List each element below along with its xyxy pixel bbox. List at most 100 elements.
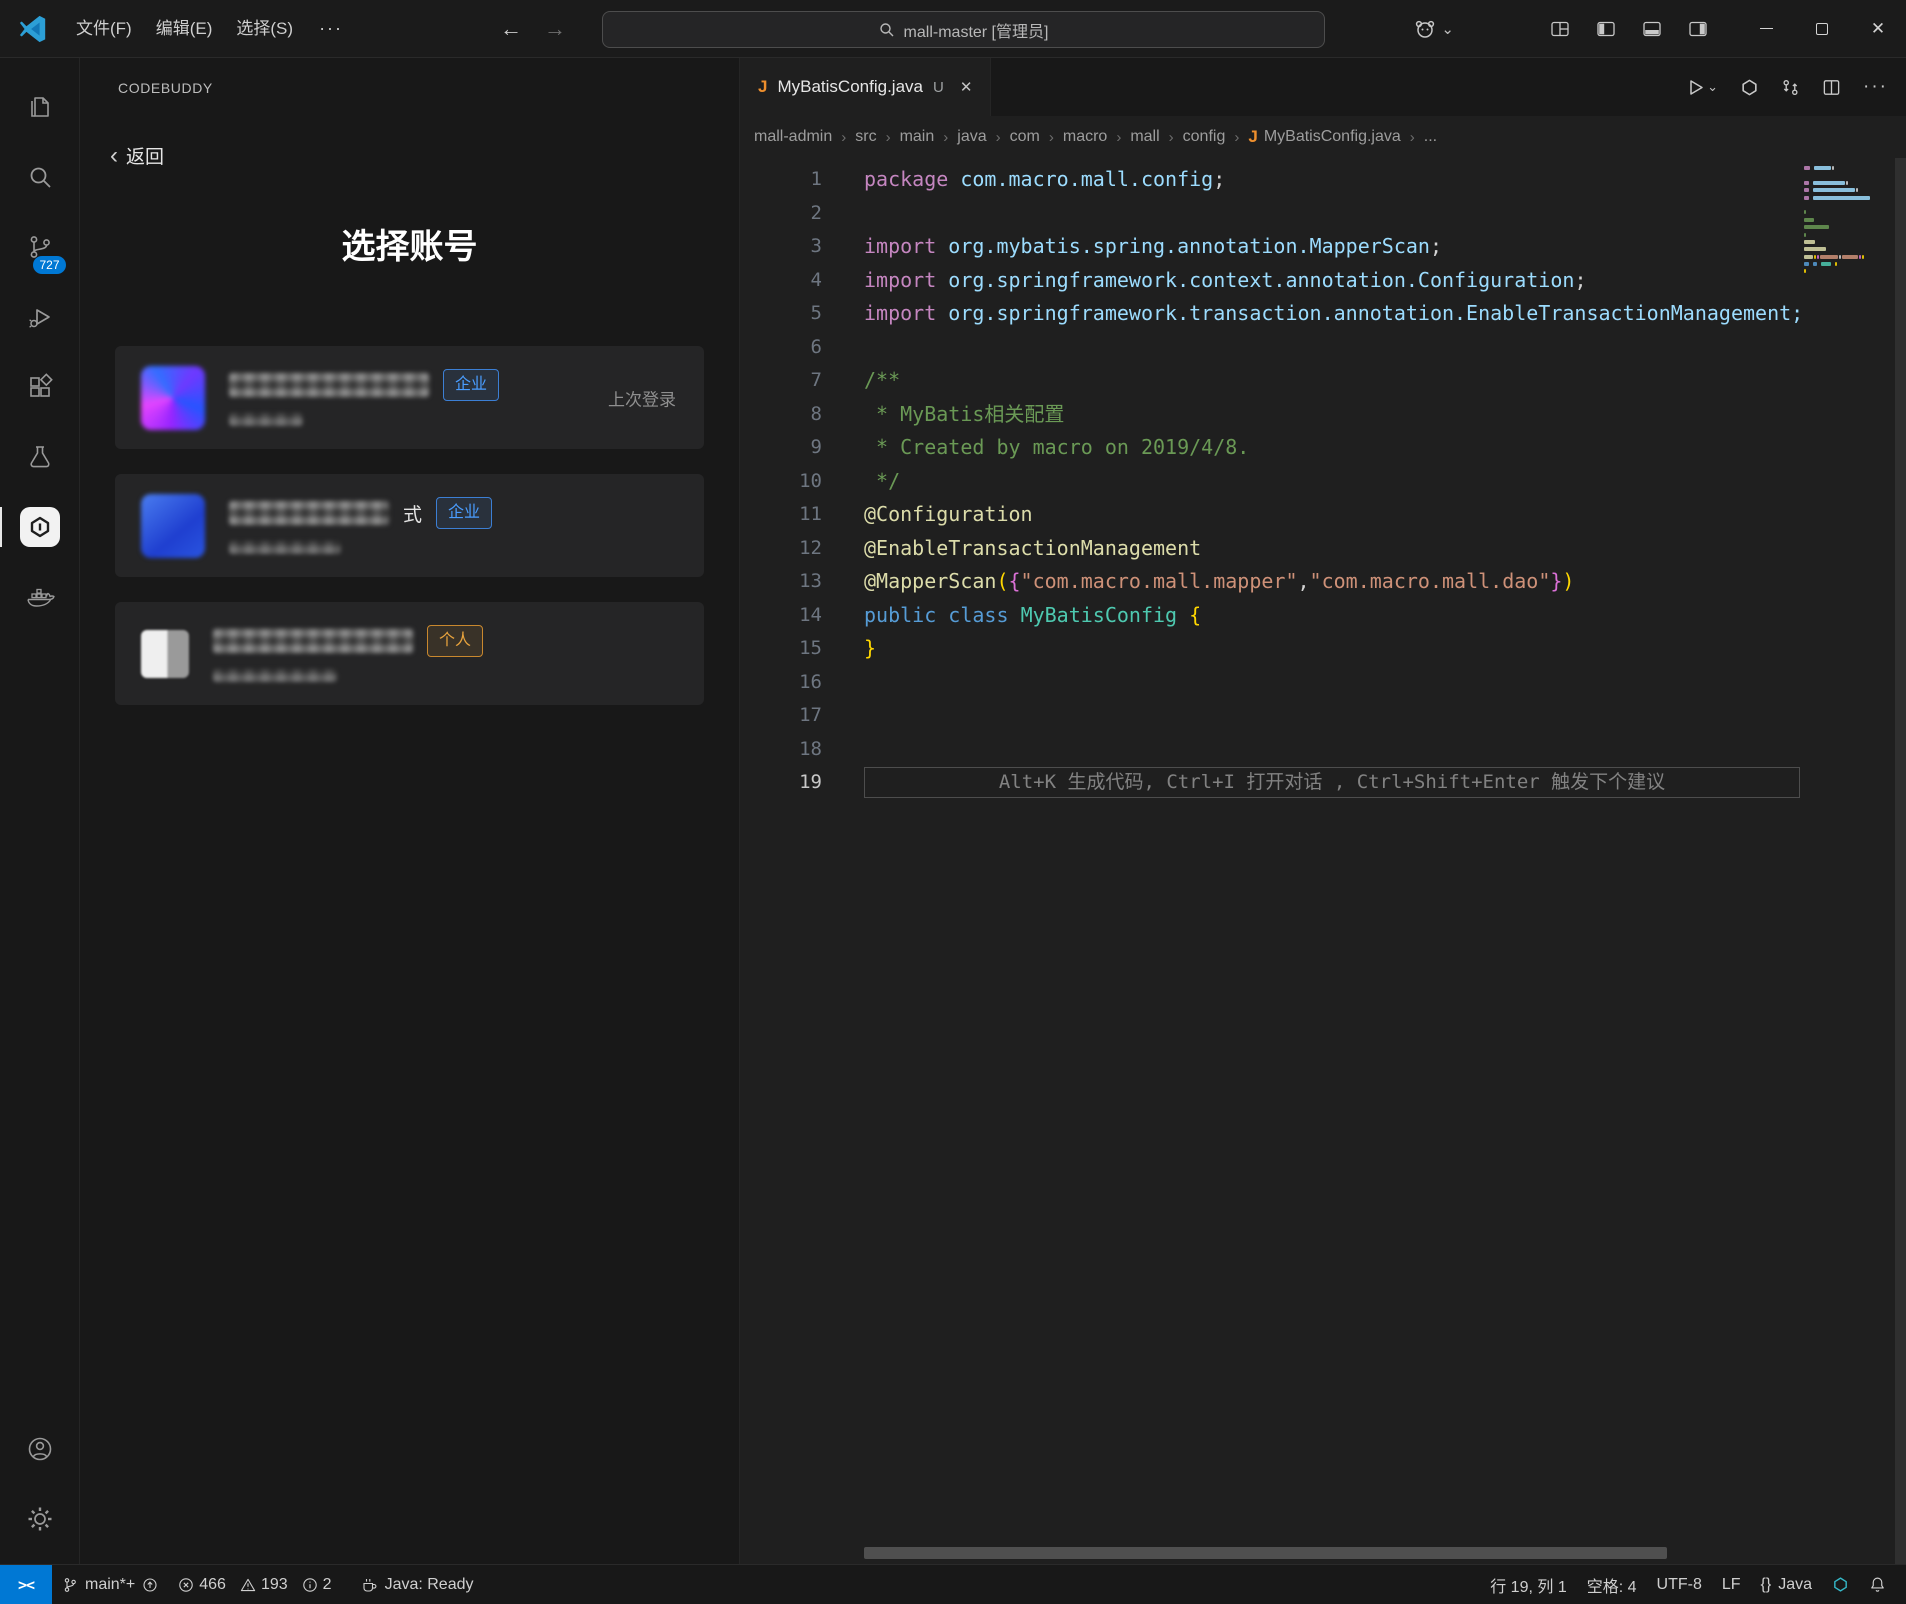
redacted-account-detail [229, 541, 341, 554]
indentation-setting[interactable]: 空格: 4 [1577, 1565, 1647, 1604]
braces-icon: {} [1761, 1576, 1772, 1594]
sidebar-item-run-debug[interactable] [0, 282, 80, 352]
code-line[interactable]: 4import org.springframework.context.anno… [740, 264, 1906, 298]
sidebar-item-docker[interactable] [0, 562, 80, 632]
problems-status[interactable]: 466 193 2 [168, 1565, 350, 1604]
line-number: 19 [740, 766, 822, 800]
code-line[interactable]: 19Alt+K 生成代码, Ctrl+I 打开对话 , Ctrl+Shift+E… [740, 766, 1906, 800]
extensions-icon [25, 372, 55, 402]
close-tab-icon[interactable]: ✕ [960, 78, 973, 96]
line-number: 18 [740, 733, 822, 767]
code-line[interactable]: 9 * Created by macro on 2019/4/8. [740, 431, 1906, 465]
java-file-icon: J [758, 77, 767, 97]
toggle-panel-icon[interactable] [1642, 19, 1662, 39]
accounts-button[interactable] [0, 1414, 80, 1484]
info-icon [302, 1577, 318, 1593]
warning-icon [240, 1577, 256, 1593]
menu-item[interactable]: 文件(F) [64, 12, 144, 46]
horizontal-scrollbar[interactable] [864, 1547, 1667, 1559]
run-icon [1686, 78, 1705, 97]
breadcrumb-item[interactable]: ... [1424, 128, 1437, 146]
account-card[interactable]: 企业 上次登录 [115, 346, 704, 449]
git-status-untracked: U [933, 79, 944, 96]
minimap[interactable] [1804, 166, 1888, 306]
encoding-setting[interactable]: UTF-8 [1647, 1565, 1712, 1604]
menu-item[interactable]: 选择(S) [224, 12, 305, 46]
line-number: 8 [740, 398, 822, 432]
avatar [141, 494, 205, 558]
breadcrumb-item[interactable]: src [855, 128, 876, 146]
maximize-button[interactable] [1794, 0, 1850, 58]
breadcrumb-item[interactable]: mall [1130, 128, 1159, 146]
assistant-menu-button[interactable]: ⌄ [1413, 17, 1454, 41]
code-line[interactable]: 17 [740, 699, 1906, 733]
code-line[interactable]: 7/** [740, 364, 1906, 398]
breadcrumb-item[interactable]: JMyBatisConfig.java [1248, 127, 1400, 147]
history-back-button[interactable]: ← [500, 16, 522, 42]
code-line[interactable]: 1package com.macro.mall.config; [740, 163, 1906, 197]
code-line[interactable]: 11@Configuration [740, 498, 1906, 532]
sidebar-item-codebuddy[interactable] [0, 492, 80, 562]
sidebar-item-testing[interactable] [0, 422, 80, 492]
notifications-button[interactable] [1859, 1565, 1896, 1604]
bell-icon [1869, 1576, 1886, 1593]
code-line[interactable]: 14public class MyBatisConfig { [740, 599, 1906, 633]
close-button[interactable]: ✕ [1850, 0, 1906, 58]
back-button[interactable]: ‹ 返回 [110, 142, 220, 169]
code-line[interactable]: 8 * MyBatis相关配置 [740, 398, 1906, 432]
language-mode[interactable]: {} Java [1751, 1565, 1822, 1604]
codebuddy-action-icon[interactable] [1740, 78, 1759, 97]
code-line[interactable]: 10 */ [740, 465, 1906, 499]
sidebar-item-search[interactable] [0, 142, 80, 212]
sidebar-item-explorer[interactable] [0, 72, 80, 142]
eol-setting[interactable]: LF [1712, 1565, 1751, 1604]
docker-icon [24, 582, 56, 612]
account-icon [25, 1434, 55, 1464]
menu-item[interactable]: 编辑(E) [144, 12, 225, 46]
more-actions-button[interactable]: ··· [1863, 76, 1888, 98]
history-forward-button[interactable]: → [544, 16, 566, 42]
search-icon [25, 162, 55, 192]
git-branch-status[interactable]: main*+ [52, 1565, 168, 1604]
breadcrumb-item[interactable]: main [900, 128, 935, 146]
sidebar-item-source-control[interactable]: 727 [0, 212, 80, 282]
breadcrumb-item[interactable]: mall-admin [754, 128, 832, 146]
code-line[interactable]: 3import org.mybatis.spring.annotation.Ma… [740, 230, 1906, 264]
account-card[interactable]: 式 企业 [115, 474, 704, 577]
cursor-position[interactable]: 行 19, 列 1 [1480, 1565, 1576, 1604]
split-editor-icon[interactable] [1822, 78, 1841, 97]
code-line[interactable]: 6 [740, 331, 1906, 365]
toggle-secondary-sidebar-icon[interactable] [1688, 19, 1708, 39]
breadcrumb-separator-icon: › [1049, 129, 1054, 146]
code-line[interactable]: 13@MapperScan({"com.macro.mall.mapper","… [740, 565, 1906, 599]
code-line[interactable]: 15} [740, 632, 1906, 666]
breadcrumb-item[interactable]: config [1183, 128, 1226, 146]
code-area[interactable]: 1package com.macro.mall.config;23import … [740, 158, 1906, 1564]
code-line[interactable]: 2 [740, 197, 1906, 231]
remote-indicator[interactable]: >< [0, 1565, 52, 1604]
code-line[interactable]: 5import org.springframework.transaction.… [740, 297, 1906, 331]
tab-mybatisconfig[interactable]: J MyBatisConfig.java U ✕ [740, 58, 991, 116]
breadcrumb-item[interactable]: java [957, 128, 986, 146]
breadcrumb-item[interactable]: com [1010, 128, 1040, 146]
java-status[interactable]: Java: Ready [351, 1565, 484, 1604]
sidebar-item-extensions[interactable] [0, 352, 80, 422]
menu-bar: 文件(F)编辑(E)选择(S) [64, 12, 305, 46]
codebuddy-status-button[interactable] [1822, 1565, 1859, 1604]
menu-more-button[interactable]: ··· [305, 18, 357, 39]
line-number: 12 [740, 532, 822, 566]
toggle-primary-sidebar-icon[interactable] [1596, 19, 1616, 39]
breadcrumb-item[interactable]: macro [1063, 128, 1107, 146]
settings-button[interactable] [0, 1484, 80, 1554]
code-line[interactable]: 12@EnableTransactionManagement [740, 532, 1906, 566]
account-card[interactable]: 个人 [115, 602, 704, 705]
code-line[interactable]: 18 [740, 733, 1906, 767]
vertical-scrollbar[interactable] [1895, 158, 1906, 1564]
compare-changes-icon[interactable] [1781, 78, 1800, 97]
customize-layout-icon[interactable] [1550, 19, 1570, 39]
command-center[interactable]: mall-master [管理员] [602, 11, 1325, 48]
avatar [141, 366, 205, 430]
minimize-button[interactable] [1738, 0, 1794, 58]
run-button[interactable]: ⌄ [1686, 78, 1718, 97]
code-line[interactable]: 16 [740, 666, 1906, 700]
